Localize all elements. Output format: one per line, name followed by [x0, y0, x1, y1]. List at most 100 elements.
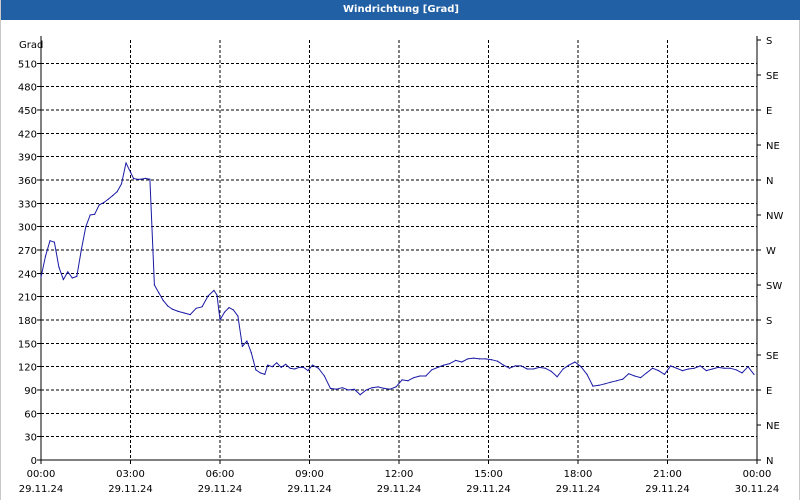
data-point: [213, 289, 215, 291]
data-point: [67, 271, 69, 273]
data-point: [140, 178, 142, 180]
data-point: [592, 385, 594, 387]
data-point: [335, 388, 337, 390]
x-tick-time: 00:00: [743, 469, 772, 480]
x-tick-date: 29.11.24: [287, 484, 332, 495]
data-point: [207, 295, 209, 297]
data-point: [241, 345, 243, 347]
x-tick-time: 12:00: [385, 469, 414, 480]
y-tick-label: 330: [18, 199, 37, 210]
data-point: [723, 367, 725, 369]
y2-tick-label: NE: [766, 141, 780, 152]
data-point: [580, 366, 582, 368]
data-point: [94, 213, 96, 215]
data-point: [195, 307, 197, 309]
x-tick-time: 03:00: [116, 469, 145, 480]
y-tick-label: 360: [18, 176, 37, 187]
series-layer: [40, 162, 755, 396]
data-point: [705, 370, 707, 372]
data-point: [401, 379, 403, 381]
y-tick-label: 420: [18, 129, 37, 140]
x-tick-date: 29.11.24: [19, 484, 64, 495]
data-point: [144, 177, 146, 179]
data-point: [276, 362, 278, 364]
data-point: [699, 365, 701, 367]
data-point: [120, 183, 123, 185]
grid-layer: [41, 40, 757, 460]
chart-svg: 0 30 60 90 120 150 180 210 240 270 300 330 360 390 420…: [18, 36, 784, 495]
data-point: [329, 387, 331, 389]
data-point: [365, 389, 367, 391]
data-point: [544, 367, 546, 369]
data-point: [162, 300, 164, 302]
data-point: [250, 352, 252, 354]
y-tick-label: 180: [18, 316, 37, 327]
data-point: [246, 340, 248, 342]
y-tick-label: 270: [18, 246, 37, 257]
y-tick-label: 90: [24, 386, 37, 397]
x-tick-date: 29.11.24: [556, 484, 601, 495]
data-point: [58, 266, 60, 268]
window-title: Windrichtung [Grad]: [1, 0, 800, 20]
data-point: [371, 387, 373, 389]
data-point: [473, 357, 475, 359]
chart-window: Windrichtung [Grad] 0 30 60 90 120 150 180 210 2…: [0, 0, 800, 500]
data-point: [496, 360, 499, 362]
data-point: [753, 373, 755, 375]
data-point: [116, 191, 118, 193]
data-point: [189, 314, 191, 316]
y-tick-label: 150: [18, 339, 37, 350]
data-point: [520, 365, 522, 367]
data-point: [711, 368, 713, 370]
x-tick-date: 29.11.24: [377, 484, 422, 495]
data-point: [413, 377, 415, 379]
data-point: [201, 306, 203, 308]
data-point: [407, 380, 409, 382]
data-point: [132, 177, 135, 179]
data-point: [294, 368, 296, 370]
data-point: [556, 376, 558, 378]
data-point: [640, 377, 642, 379]
data-point: [646, 372, 648, 374]
data-point: [443, 364, 445, 366]
data-point: [574, 361, 576, 363]
data-point: [89, 214, 91, 216]
data-point: [223, 311, 226, 313]
data-point: [53, 241, 56, 243]
data-point: [171, 308, 173, 310]
data-point: [669, 365, 672, 367]
data-point: [562, 368, 564, 370]
data-point: [628, 373, 630, 375]
data-point: [538, 366, 540, 368]
data-point: [508, 367, 510, 369]
x-tick-date: 29.11.24: [466, 484, 511, 495]
data-point: [657, 370, 660, 372]
y-tick-label: 120: [18, 363, 37, 374]
data-point: [622, 378, 624, 380]
data-point: [76, 275, 78, 277]
data-point: [353, 388, 355, 390]
data-point: [103, 202, 105, 204]
y-tick-label: 240: [18, 269, 37, 280]
data-point: [183, 312, 185, 314]
data-point: [98, 204, 100, 206]
labels-layer: 0 30 60 90 120 150 180 210 240 270 300 330 360 390 420…: [18, 36, 784, 495]
data-point: [502, 364, 504, 366]
x-tick-date: 29.11.24: [645, 484, 690, 495]
y2-tick-label: NW: [766, 211, 783, 222]
y2-tick-label: SE: [766, 71, 779, 82]
data-point: [255, 369, 257, 371]
data-point: [317, 367, 319, 369]
y2-tick-label: S: [766, 316, 772, 327]
data-point: [419, 375, 421, 377]
x-tick-time: 06:00: [206, 469, 235, 480]
data-point: [526, 368, 528, 370]
data-point: [341, 387, 343, 389]
data-point: [717, 366, 719, 368]
x-tick-time: 00:00: [27, 469, 56, 480]
data-point: [107, 198, 109, 200]
data-point: [455, 359, 457, 361]
data-point: [80, 249, 82, 251]
data-point: [568, 364, 570, 366]
data-point: [135, 178, 138, 180]
